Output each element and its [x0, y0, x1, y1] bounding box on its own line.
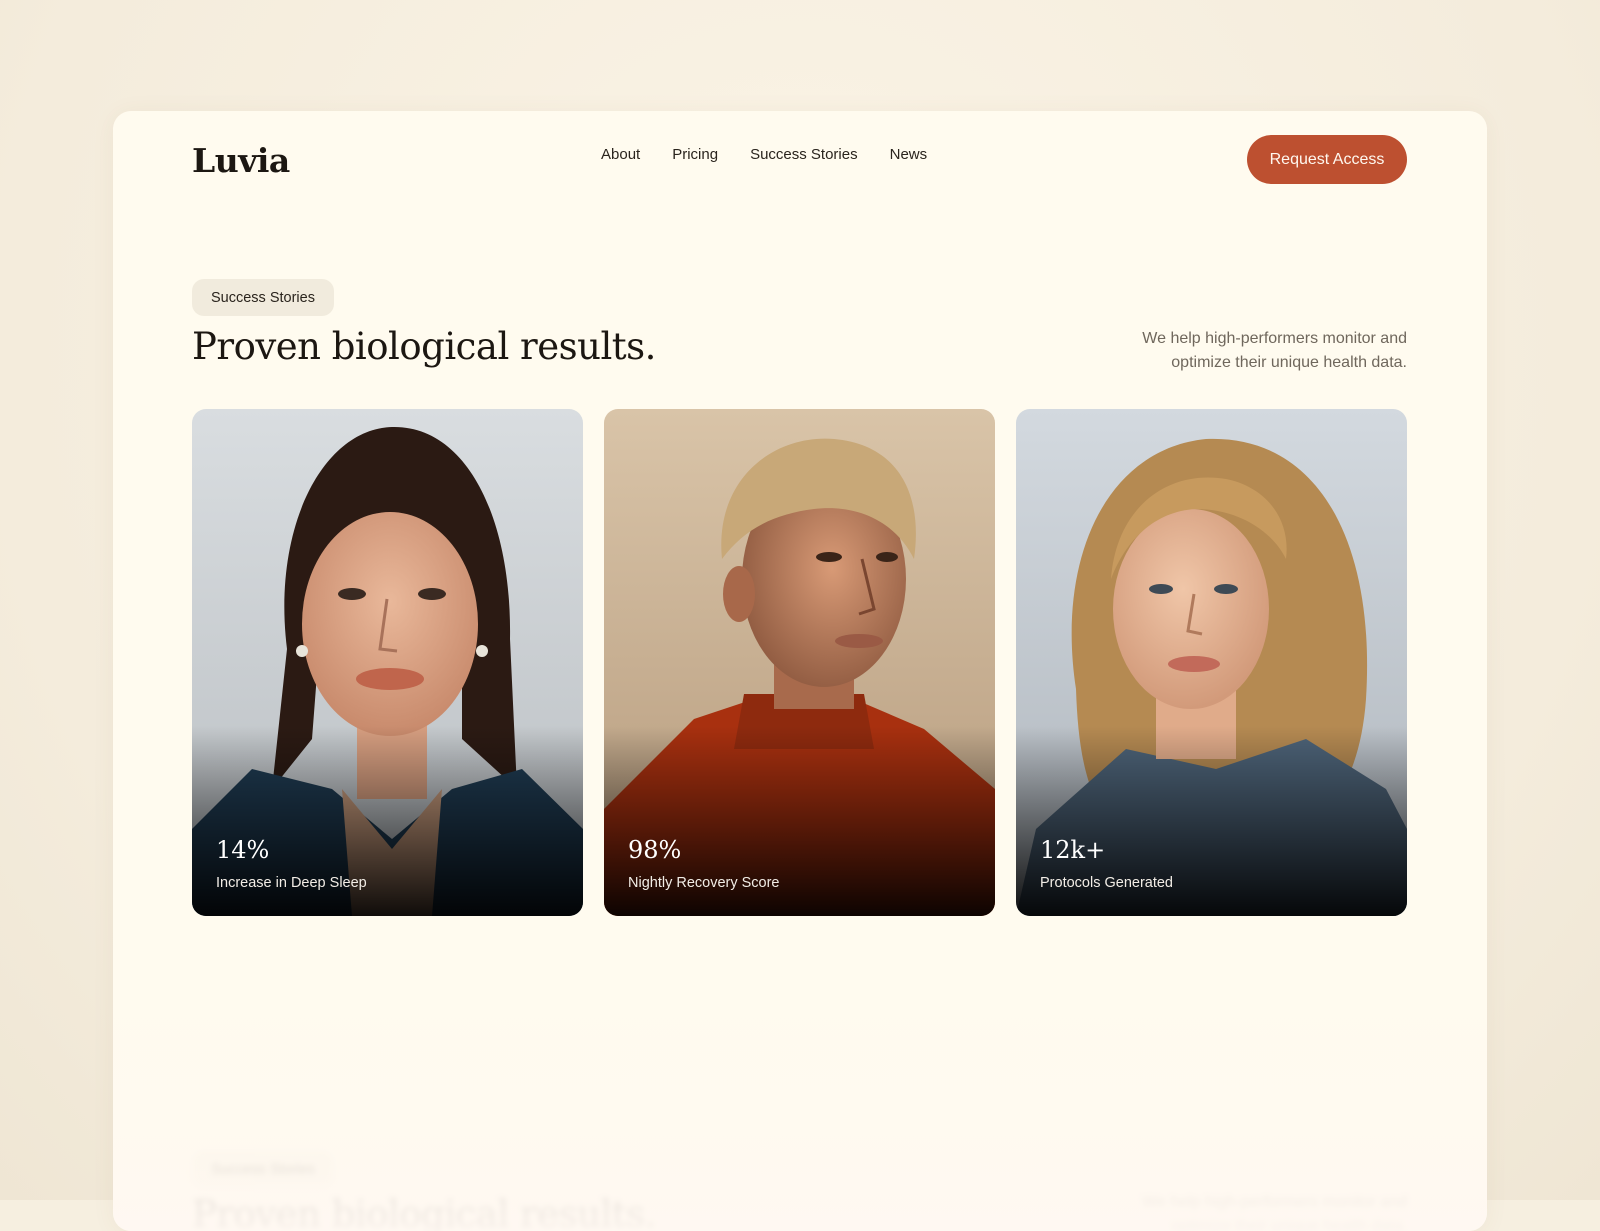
nav-item-pricing[interactable]: Pricing: [672, 146, 718, 163]
stat-value: 98%: [628, 836, 681, 864]
stat-card[interactable]: 12k+ Protocols Generated: [1016, 409, 1407, 916]
nav-item-about[interactable]: About: [601, 146, 640, 163]
stat-label: Increase in Deep Sleep: [216, 875, 367, 891]
nav-item-success-stories[interactable]: Success Stories: [750, 146, 858, 163]
stat-value: 12k+: [1040, 836, 1105, 864]
page-title: Proven biological results.: [192, 325, 656, 368]
stat-cards: 14% Increase in Deep Sleep: [192, 409, 1407, 916]
landing-page-card: Luvia About Pricing Success Stories News…: [113, 111, 1487, 1231]
stat-value: 14%: [216, 836, 269, 864]
main-nav: About Pricing Success Stories News: [601, 146, 927, 163]
stat-card[interactable]: 98% Nightly Recovery Score: [604, 409, 995, 916]
request-access-button[interactable]: Request Access: [1247, 135, 1407, 184]
section-badge: Success Stories: [192, 279, 334, 316]
stat-label: Nightly Recovery Score: [628, 875, 780, 891]
stat-card[interactable]: 14% Increase in Deep Sleep: [192, 409, 583, 916]
nav-item-news[interactable]: News: [890, 146, 928, 163]
bottom-fade: [113, 991, 1487, 1231]
stat-label: Protocols Generated: [1040, 875, 1173, 891]
hero-tagline: We help high-performers monitor and opti…: [1087, 327, 1407, 375]
brand-logo[interactable]: Luvia: [192, 141, 290, 180]
